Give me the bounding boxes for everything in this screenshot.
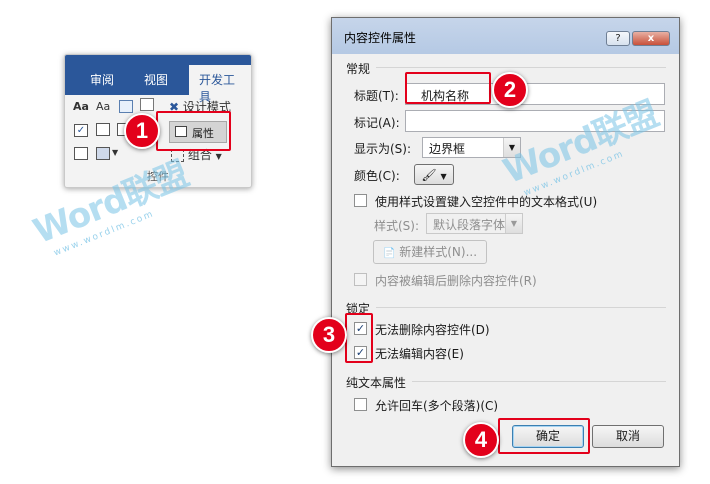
allow-carriage-return-label: 允许回车(多个段落)(C) bbox=[375, 399, 499, 413]
watermark-url: www.wordlm.com bbox=[52, 209, 157, 259]
callout-badge-1: 1 bbox=[124, 113, 160, 149]
callout-badge-2: 2 bbox=[492, 72, 528, 108]
show-as-label: 显示为(S): bbox=[354, 142, 412, 156]
no-edit-label: 无法编辑内容(E) bbox=[375, 347, 464, 361]
chevron-down-icon: ▼ bbox=[505, 214, 522, 233]
locking-divider bbox=[376, 307, 666, 308]
cancel-button[interactable]: 取消 bbox=[592, 425, 664, 448]
callout-highlight-2 bbox=[405, 72, 491, 104]
show-as-select[interactable]: 边界框 ▼ bbox=[422, 137, 521, 158]
new-style-label: 新建样式(N)... bbox=[399, 245, 478, 259]
new-style-icon: 📄 bbox=[382, 248, 396, 259]
checkbox-control-icon[interactable]: ✓ bbox=[74, 124, 88, 137]
rich-text-control-icon[interactable]: Aa bbox=[73, 100, 89, 113]
tab-view[interactable]: 视图 bbox=[144, 71, 168, 88]
callout-highlight-3 bbox=[345, 313, 373, 363]
title-label: 标题(T): bbox=[354, 89, 399, 103]
dialog-titlebar: 内容控件属性 ? x bbox=[332, 18, 679, 54]
use-style-checkbox[interactable] bbox=[354, 194, 367, 207]
ribbon-tab-bar: 审阅 视图 开发工具 bbox=[65, 55, 251, 104]
chevron-down-icon: ▼ bbox=[215, 152, 222, 161]
callout-badge-4: 4 bbox=[463, 422, 499, 458]
close-button[interactable]: x bbox=[632, 31, 670, 46]
chevron-down-icon[interactable]: ▼ bbox=[112, 148, 118, 157]
color-picker-button[interactable]: 🖌 ▼ bbox=[414, 164, 454, 185]
callout-badge-3: 3 bbox=[311, 317, 347, 353]
callout-highlight-4 bbox=[498, 418, 590, 454]
allow-carriage-return-checkbox[interactable] bbox=[354, 398, 367, 411]
combo-box-control-icon[interactable] bbox=[96, 123, 110, 136]
remove-after-edit-label: 内容被编辑后删除内容控件(R) bbox=[375, 274, 537, 288]
date-picker-control-icon[interactable] bbox=[74, 147, 88, 160]
general-divider bbox=[376, 67, 666, 68]
style-select[interactable]: 默认段落字体 ▼ bbox=[426, 213, 523, 234]
tag-input[interactable] bbox=[405, 110, 665, 132]
chevron-down-icon: ▼ bbox=[440, 172, 447, 181]
tag-label: 标记(A): bbox=[354, 116, 400, 130]
plain-text-control-icon[interactable]: Aa bbox=[96, 100, 110, 113]
color-label: 颜色(C): bbox=[354, 169, 400, 183]
tab-developer[interactable]: 开发工具 bbox=[189, 65, 251, 104]
building-block-icon[interactable] bbox=[140, 98, 154, 111]
use-style-label: 使用样式设置键入空控件中的文本格式(U) bbox=[375, 195, 598, 209]
remove-after-edit-checkbox[interactable] bbox=[354, 273, 367, 286]
picture-control-icon[interactable] bbox=[119, 100, 133, 113]
dialog-title: 内容控件属性 bbox=[344, 31, 417, 45]
tab-review[interactable]: 审阅 bbox=[90, 71, 114, 88]
legacy-tools-icon[interactable] bbox=[96, 147, 110, 160]
chevron-down-icon: ▼ bbox=[503, 138, 520, 157]
callout-highlight-1 bbox=[156, 111, 231, 151]
no-delete-label: 无法删除内容控件(D) bbox=[375, 323, 490, 337]
show-as-value: 边界框 bbox=[429, 142, 466, 156]
help-button[interactable]: ? bbox=[606, 31, 630, 46]
style-value: 默认段落字体 bbox=[433, 218, 506, 232]
new-style-button[interactable]: 📄 新建样式(N)... bbox=[373, 240, 487, 264]
dialog-client-area: 常规 标题(T): 机构名称 标记(A): 显示为(S): 边界框 ▼ 颜色(C… bbox=[338, 54, 671, 459]
paint-bucket-icon: 🖌 bbox=[421, 168, 437, 182]
plain-text-section-heading: 纯文本属性 bbox=[346, 376, 407, 390]
general-section-heading: 常规 bbox=[346, 62, 371, 76]
controls-group-label: 控件 bbox=[147, 170, 169, 183]
style-label: 样式(S): bbox=[374, 219, 420, 233]
plain-text-divider bbox=[412, 381, 666, 382]
